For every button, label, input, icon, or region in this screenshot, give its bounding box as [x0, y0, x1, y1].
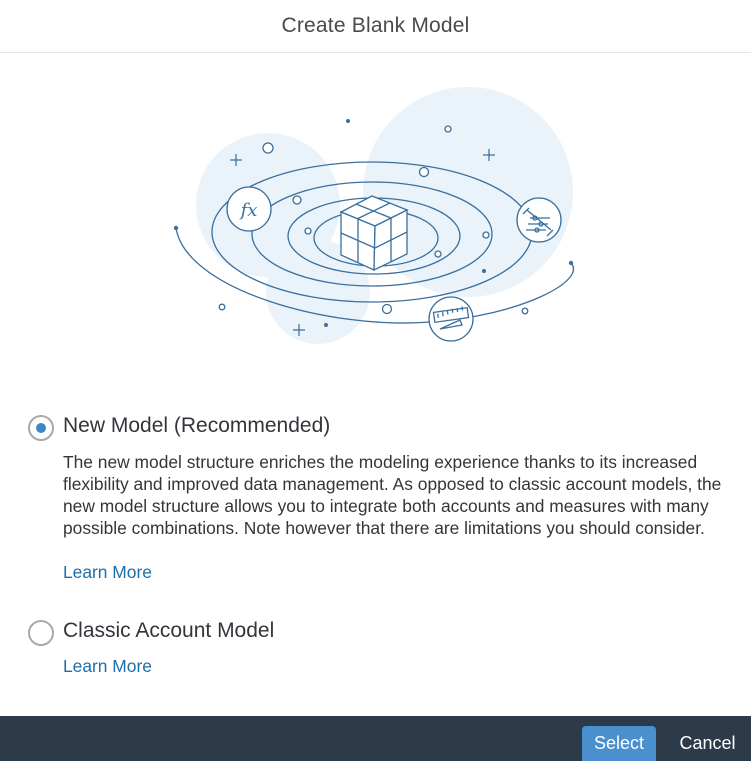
new-model-learn-more-link[interactable]: Learn More: [63, 562, 152, 583]
cancel-button[interactable]: Cancel: [670, 726, 745, 761]
classic-account-model-radio[interactable]: [28, 620, 54, 646]
classic-account-model-learn-more-link[interactable]: Learn More: [63, 656, 152, 677]
new-model-label[interactable]: New Model (Recommended): [63, 414, 330, 438]
dialog-title: Create Blank Model: [281, 14, 470, 37]
select-button[interactable]: Select: [582, 726, 656, 761]
dialog-header: Create Blank Model: [0, 0, 751, 53]
new-model-description: The new model structure enriches the mod…: [63, 452, 722, 538]
svg-text:fx: fx: [239, 200, 258, 221]
model-illustration: fx: [173, 87, 574, 344]
formula-fx-icon: fx: [226, 186, 272, 232]
ruler-icon: [428, 296, 474, 342]
cube-icon: [339, 195, 409, 272]
dialog-footer: Select Cancel: [0, 716, 751, 761]
classic-account-model-label[interactable]: Classic Account Model: [63, 619, 274, 643]
abacus-icon: [516, 197, 562, 243]
new-model-radio[interactable]: [28, 415, 54, 441]
